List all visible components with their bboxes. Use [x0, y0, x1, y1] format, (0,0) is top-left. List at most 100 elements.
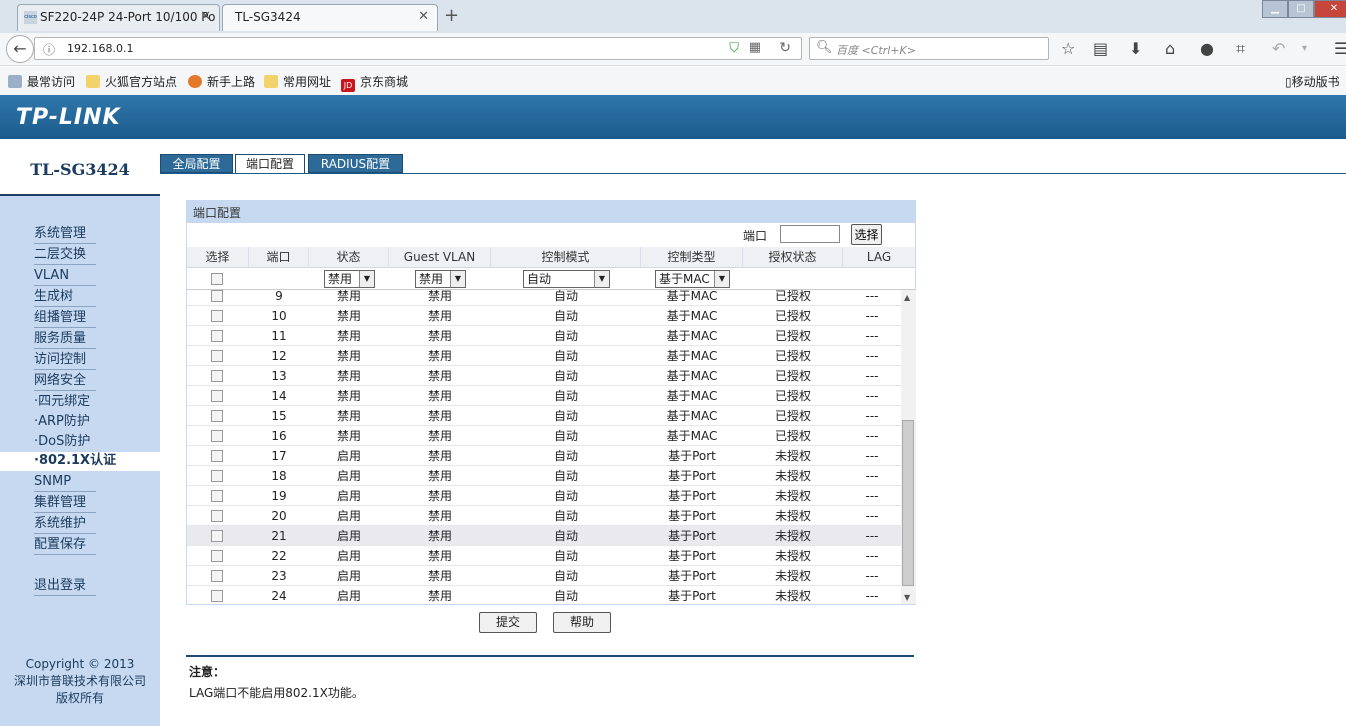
row-checkbox[interactable]: [211, 370, 223, 382]
table-row[interactable]: 24 启用 禁用 自动 基于Port 未授权 ---: [187, 586, 901, 604]
row-checkbox[interactable]: [211, 570, 223, 582]
shield-icon[interactable]: ⛉: [729, 41, 739, 56]
row-checkbox[interactable]: [211, 490, 223, 502]
close-window-icon[interactable]: ✕: [1314, 0, 1346, 18]
bookmark-getting-started[interactable]: 新手上路: [188, 73, 255, 90]
bookmark-mobile[interactable]: ▯移动版书: [1285, 73, 1340, 90]
sidebar-item-ip-mac-binding[interactable]: ·四元绑定: [34, 393, 90, 412]
sidebar-item-dos-defense[interactable]: ·DoS防护: [34, 433, 90, 452]
sidebar-item-access-control[interactable]: 访问控制: [34, 351, 96, 370]
search-bar[interactable]: 🔍︎ 百度 <Ctrl+K>: [809, 37, 1049, 60]
table-scrollbar[interactable]: ▲ ▼: [901, 290, 916, 604]
row-checkbox[interactable]: [211, 390, 223, 402]
sidebar-item-network-security[interactable]: 网络安全: [34, 372, 96, 391]
close-tab-icon[interactable]: ✕: [200, 5, 211, 29]
tab-sf220[interactable]: cisco SF220-24P 24-Port 10/100 Po ✕: [17, 4, 220, 31]
bookmark-common-sites[interactable]: 常用网址: [264, 73, 331, 90]
home-icon[interactable]: ⌂: [1165, 39, 1175, 58]
sidebar-item-logout[interactable]: 退出登录: [34, 577, 96, 596]
bookmark-most-visited[interactable]: 最常访问: [8, 73, 75, 90]
scroll-up-icon[interactable]: ▲: [904, 293, 910, 302]
sidebar-item-l2-switching[interactable]: 二层交换: [34, 246, 96, 265]
table-row[interactable]: 20 启用 禁用 自动 基于Port 未授权 ---: [187, 506, 901, 526]
download-icon[interactable]: ⬇: [1129, 39, 1142, 58]
guest-vlan-cell: 禁用: [427, 309, 452, 323]
table-row[interactable]: 23 启用 禁用 自动 基于Port 未授权 ---: [187, 566, 901, 586]
table-row[interactable]: 11 禁用 禁用 自动 基于MAC 已授权 ---: [187, 326, 901, 346]
menu-icon[interactable]: ☰: [1334, 39, 1346, 58]
sidebar-item-system[interactable]: 系统管理: [34, 225, 96, 244]
row-checkbox[interactable]: [211, 330, 223, 342]
sidebar-item-vlan[interactable]: VLAN: [34, 267, 96, 286]
bulk-guest-vlan-select[interactable]: 禁用 ▼: [415, 270, 466, 288]
url-text[interactable]: 192.168.0.1: [67, 42, 133, 55]
row-checkbox[interactable]: [211, 350, 223, 362]
row-checkbox[interactable]: [211, 530, 223, 542]
sidebar-item-8021x[interactable]: ·802.1X认证: [0, 452, 160, 471]
tab-radius-config[interactable]: RADIUS配置: [308, 154, 403, 173]
table-row[interactable]: 10 禁用 禁用 自动 基于MAC 已授权 ---: [187, 306, 901, 326]
sidebar-item-qos[interactable]: 服务质量: [34, 330, 96, 349]
row-checkbox[interactable]: [211, 410, 223, 422]
tab-tl-sg3424[interactable]: TL-SG3424 ✕: [222, 4, 438, 31]
table-row[interactable]: 15 禁用 禁用 自动 基于MAC 已授权 ---: [187, 406, 901, 426]
table-row[interactable]: 18 启用 禁用 自动 基于Port 未授权 ---: [187, 466, 901, 486]
row-checkbox[interactable]: [211, 310, 223, 322]
bookmark-firefox-official[interactable]: 火狐官方站点: [86, 73, 177, 90]
select-button[interactable]: 选择: [851, 224, 882, 245]
row-checkbox[interactable]: [211, 550, 223, 562]
back-icon[interactable]: ←: [6, 35, 34, 63]
crop-icon[interactable]: ⌗: [1236, 39, 1245, 59]
qr-code-icon[interactable]: ▦: [749, 40, 761, 55]
minimize-icon[interactable]: ▁: [1262, 0, 1288, 18]
sidebar-item-save-config[interactable]: 配置保存: [34, 536, 96, 555]
row-checkbox[interactable]: [211, 510, 223, 522]
undo-icon[interactable]: ↶: [1272, 39, 1285, 58]
scroll-down-icon[interactable]: ▼: [904, 593, 910, 602]
table-row[interactable]: 22 启用 禁用 自动 基于Port 未授权 ---: [187, 546, 901, 566]
bookmark-star-icon[interactable]: ☆: [1061, 39, 1075, 58]
sidebar-item-maintenance[interactable]: 系统维护: [34, 515, 96, 534]
table-row[interactable]: 16 禁用 禁用 自动 基于MAC 已授权 ---: [187, 426, 901, 446]
table-row[interactable]: 17 启用 禁用 自动 基于Port 未授权 ---: [187, 446, 901, 466]
row-checkbox[interactable]: [211, 590, 223, 602]
chat-icon[interactable]: ●: [1200, 39, 1214, 58]
sidebar-item-multicast[interactable]: 组播管理: [34, 309, 96, 328]
bulk-mode-select[interactable]: 自动 ▼: [523, 270, 610, 288]
submit-button[interactable]: 提交: [479, 612, 537, 633]
row-checkbox[interactable]: [211, 290, 223, 302]
table-row[interactable]: 19 启用 禁用 自动 基于Port 未授权 ---: [187, 486, 901, 506]
sidebar-item-arp-defense[interactable]: ·ARP防护: [34, 413, 90, 432]
select-all-checkbox[interactable]: [211, 273, 223, 285]
table-row[interactable]: 14 禁用 禁用 自动 基于MAC 已授权 ---: [187, 386, 901, 406]
row-checkbox[interactable]: [211, 450, 223, 462]
port-input[interactable]: [780, 225, 840, 243]
maximize-icon[interactable]: □: [1288, 0, 1314, 18]
info-icon[interactable]: ⓘ: [43, 41, 55, 58]
status-cell: 启用: [336, 449, 361, 463]
table-row[interactable]: 13 禁用 禁用 自动 基于MAC 已授权 ---: [187, 366, 901, 386]
help-button[interactable]: 帮助: [553, 612, 611, 633]
reading-list-icon[interactable]: ▤: [1093, 39, 1108, 58]
chevron-down-icon[interactable]: ▾: [1302, 43, 1307, 54]
sidebar-item-spanning-tree[interactable]: 生成树: [34, 288, 96, 307]
table-row[interactable]: 21 启用 禁用 自动 基于Port 未授权 ---: [187, 526, 901, 546]
tab-port-config[interactable]: 端口配置: [235, 154, 305, 173]
reload-icon[interactable]: ↻: [779, 40, 791, 56]
row-checkbox[interactable]: [211, 470, 223, 482]
tab-global-config[interactable]: 全局配置: [160, 154, 233, 173]
row-checkbox[interactable]: [211, 430, 223, 442]
bookmark-label: 火狐官方站点: [105, 75, 178, 89]
table-row[interactable]: 12 禁用 禁用 自动 基于MAC 已授权 ---: [187, 346, 901, 366]
bulk-type-select[interactable]: 基于MAC ▼: [655, 270, 730, 288]
scroll-thumb[interactable]: [902, 420, 914, 586]
table-row[interactable]: 9 禁用 禁用 自动 基于MAC 已授权 ---: [187, 290, 901, 306]
bulk-status-select[interactable]: 禁用 ▼: [324, 270, 375, 288]
control-mode-cell: 自动: [553, 290, 578, 303]
sidebar-item-snmp[interactable]: SNMP: [34, 473, 96, 492]
close-tab-icon[interactable]: ✕: [418, 5, 429, 29]
sidebar-item-cluster[interactable]: 集群管理: [34, 494, 96, 513]
new-tab-icon[interactable]: +: [444, 5, 459, 26]
bookmark-jd[interactable]: JD 京东商城: [341, 73, 408, 92]
url-bar[interactable]: ⓘ 192.168.0.1 ⛉ ▦ ↻: [34, 37, 802, 60]
